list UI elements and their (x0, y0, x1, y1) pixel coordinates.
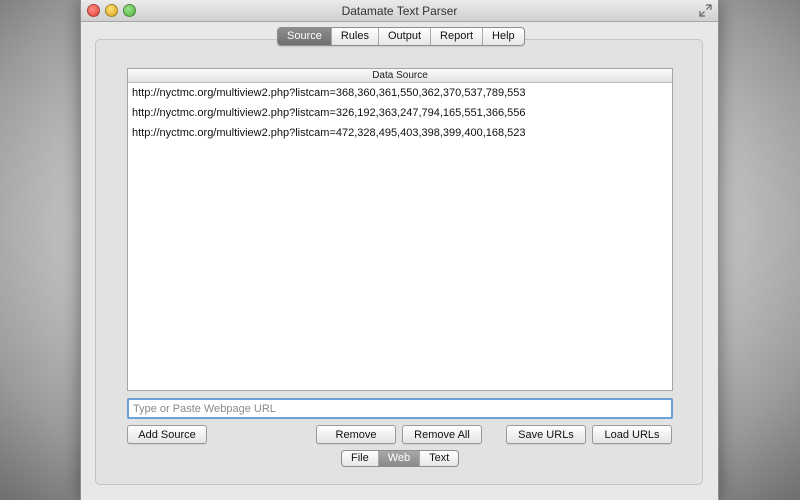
tab-source[interactable]: Source (278, 28, 332, 45)
load-urls-button[interactable]: Load URLs (592, 425, 672, 444)
mode-text[interactable]: Text (420, 451, 458, 466)
list-item[interactable]: http://nyctmc.org/multiview2.php?listcam… (128, 103, 672, 123)
window-title: Datamate Text Parser (341, 4, 458, 18)
main-tab-bar: Source Rules Output Report Help (277, 27, 525, 46)
remove-all-button[interactable]: Remove All (402, 425, 482, 444)
save-urls-button[interactable]: Save URLs (506, 425, 586, 444)
app-window: Datamate Text Parser Source Rules Output… (80, 0, 719, 500)
tab-output[interactable]: Output (379, 28, 432, 45)
title-bar[interactable]: Datamate Text Parser (81, 0, 718, 22)
remove-button[interactable]: Remove (316, 425, 396, 444)
data-source-header[interactable]: Data Source (128, 69, 672, 83)
add-source-button[interactable]: Add Source (127, 425, 207, 444)
mode-web[interactable]: Web (378, 451, 421, 466)
url-input[interactable] (127, 398, 673, 419)
mode-file[interactable]: File (342, 451, 379, 466)
tab-rules[interactable]: Rules (332, 28, 379, 45)
list-item[interactable]: http://nyctmc.org/multiview2.php?listcam… (128, 123, 672, 143)
fullscreen-icon[interactable] (699, 4, 712, 17)
tab-help[interactable]: Help (483, 28, 524, 45)
tab-report[interactable]: Report (431, 28, 484, 45)
data-source-list[interactable]: Data Source http://nyctmc.org/multiview2… (127, 68, 673, 391)
source-mode-selector: File Web Text (341, 450, 460, 467)
list-item[interactable]: http://nyctmc.org/multiview2.php?listcam… (128, 83, 672, 103)
